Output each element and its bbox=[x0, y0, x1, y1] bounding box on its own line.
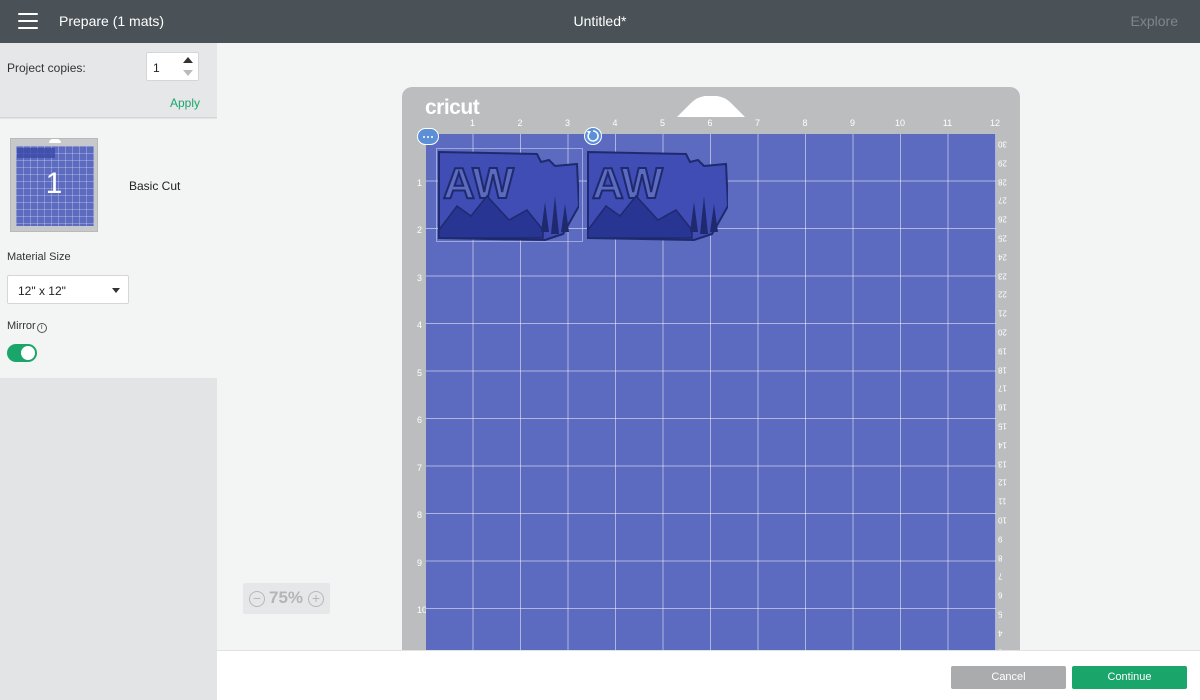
right-ruler-tick: 17 bbox=[998, 383, 1007, 393]
edit-handle-icon[interactable] bbox=[417, 128, 439, 145]
left-ruler-tick: 2 bbox=[417, 225, 423, 235]
top-ruler-tick: 10 bbox=[894, 118, 906, 128]
right-ruler-tick: 23 bbox=[998, 271, 1007, 281]
zoom-control: − 75% + bbox=[243, 583, 330, 614]
mat-number: 1 bbox=[45, 167, 63, 200]
top-ruler-tick: 2 bbox=[517, 118, 523, 128]
material-size-label: Material Size bbox=[7, 251, 71, 263]
bottom-bar: Cancel Continue bbox=[217, 650, 1200, 700]
right-ruler-tick: 6 bbox=[998, 590, 1003, 600]
mirror-toggle[interactable] bbox=[7, 344, 37, 362]
left-ruler-tick: 3 bbox=[417, 272, 423, 283]
right-ruler-tick: 28 bbox=[998, 177, 1007, 187]
mat-grid[interactable]: AW AW bbox=[426, 134, 996, 650]
top-bar: Prepare (1 mats) Untitled* Explore bbox=[0, 0, 1200, 43]
right-ruler-tick: 4 bbox=[998, 628, 1003, 638]
mat-thumbnail-notch bbox=[49, 139, 61, 143]
left-panel: Project copies: 1 Apply 1 Basic Cut Mate… bbox=[0, 43, 217, 700]
right-ruler-tick: 30 bbox=[998, 139, 1007, 149]
design-washington-aw-copy[interactable]: AW bbox=[586, 150, 728, 244]
right-ruler-tick: 15 bbox=[998, 421, 1007, 431]
cricut-logo: cricut bbox=[425, 96, 480, 119]
right-ruler-tick: 14 bbox=[998, 440, 1007, 450]
canvas-area: cricut 1 2 3 4 5 6 7 8 9 10 11 12 1 2 3 4 5 6 7 8 9 10 30 29 2… bbox=[217, 43, 1200, 650]
mat-handle-icon bbox=[677, 96, 745, 117]
material-size-value[interactable]: 12" x 12" bbox=[18, 284, 66, 298]
explore-link[interactable]: Explore bbox=[1131, 13, 1178, 29]
design-text: AW bbox=[443, 159, 514, 208]
right-ruler-tick: 16 bbox=[998, 402, 1007, 412]
left-ruler-tick: 1 bbox=[417, 177, 423, 188]
right-ruler-tick: 26 bbox=[998, 214, 1007, 224]
caret-down-icon bbox=[112, 288, 120, 293]
mat-thumbnail-design bbox=[17, 148, 55, 158]
cancel-button[interactable]: Cancel bbox=[951, 666, 1066, 689]
increment-arrow-icon[interactable] bbox=[183, 57, 193, 63]
left-ruler-tick: 7 bbox=[417, 462, 423, 473]
info-icon[interactable]: i bbox=[36, 323, 47, 333]
design-washington-aw[interactable]: AW bbox=[437, 150, 579, 244]
top-ruler-tick: 4 bbox=[612, 118, 618, 128]
right-ruler-tick: 20 bbox=[998, 327, 1007, 337]
top-ruler-tick: 6 bbox=[707, 118, 713, 128]
top-ruler-tick: 1 bbox=[469, 118, 476, 128]
right-ruler-tick: 24 bbox=[998, 252, 1007, 262]
top-ruler-tick: 11 bbox=[942, 118, 953, 128]
top-ruler-tick: 3 bbox=[564, 118, 571, 128]
right-ruler-tick: 22 bbox=[998, 289, 1007, 299]
toggle-knob bbox=[21, 346, 35, 360]
cutting-mat: cricut 1 2 3 4 5 6 7 8 9 10 11 12 1 2 3 4 5 6 7 8 9 10 30 29 2… bbox=[402, 87, 1020, 650]
top-ruler-tick: 7 bbox=[754, 118, 761, 128]
mat-list: 1 Basic Cut Material Size 12" x 12" Mirr… bbox=[0, 119, 217, 378]
mat-label: Basic Cut bbox=[129, 179, 181, 193]
right-ruler-tick: 18 bbox=[998, 365, 1007, 375]
left-ruler-tick: 4 bbox=[417, 320, 423, 330]
right-ruler: 30 29 28 27 26 25 24 23 22 21 20 19 18 17 16 15 14 13 12 11… bbox=[996, 135, 1012, 651]
right-ruler-tick: 25 bbox=[998, 233, 1007, 243]
document-title: Untitled* bbox=[573, 13, 627, 29]
right-ruler-tick: 19 bbox=[998, 346, 1007, 356]
zoom-in-icon[interactable]: + bbox=[308, 591, 324, 607]
material-size-select[interactable]: 12" x 12" bbox=[7, 275, 129, 304]
apply-button[interactable]: Apply bbox=[170, 96, 200, 110]
left-ruler: 1 2 3 4 5 6 7 8 9 10 bbox=[411, 135, 427, 650]
continue-button[interactable]: Continue bbox=[1072, 666, 1187, 689]
right-ruler-tick: 13 bbox=[998, 459, 1007, 469]
top-ruler: 1 2 3 4 5 6 7 8 9 10 11 12 bbox=[425, 118, 1001, 132]
decrement-arrow-icon[interactable] bbox=[183, 70, 193, 76]
left-ruler-tick: 8 bbox=[417, 510, 423, 520]
right-ruler-tick: 10 bbox=[998, 515, 1007, 525]
project-copies-value[interactable]: 1 bbox=[153, 61, 160, 75]
design-text: AW bbox=[592, 159, 663, 208]
left-ruler-tick: 9 bbox=[417, 557, 423, 568]
top-ruler-tick: 12 bbox=[989, 118, 1001, 128]
rotate-arrow-glyph bbox=[587, 130, 599, 142]
right-ruler-tick: 5 bbox=[998, 609, 1003, 619]
right-ruler-tick: 29 bbox=[998, 158, 1007, 168]
mat-thumbnail[interactable]: 1 bbox=[10, 138, 98, 232]
right-ruler-tick: 7 bbox=[998, 571, 1003, 581]
top-ruler-tick: 8 bbox=[802, 118, 808, 128]
right-ruler-tick: 12 bbox=[998, 477, 1007, 487]
left-ruler-tick: 6 bbox=[417, 415, 423, 425]
zoom-level: 75% bbox=[269, 588, 304, 607]
right-ruler-tick: 21 bbox=[998, 308, 1007, 318]
right-ruler-tick: 8 bbox=[998, 553, 1003, 563]
left-ruler-tick: 5 bbox=[417, 367, 423, 378]
project-copies-section: Project copies: 1 Apply bbox=[0, 43, 217, 118]
right-ruler-tick: 9 bbox=[998, 534, 1003, 544]
right-ruler-tick: 27 bbox=[998, 195, 1007, 205]
rotate-icon[interactable] bbox=[584, 127, 602, 145]
top-ruler-tick: 5 bbox=[659, 118, 666, 128]
mirror-label: Mirror i bbox=[7, 320, 47, 333]
project-copies-label: Project copies: bbox=[7, 61, 86, 75]
right-ruler-tick: 11 bbox=[998, 496, 1007, 506]
mirror-label-text: Mirror bbox=[7, 320, 36, 332]
top-ruler-tick: 9 bbox=[849, 118, 856, 128]
zoom-out-icon[interactable]: − bbox=[249, 591, 265, 607]
project-copies-stepper[interactable]: 1 bbox=[146, 52, 199, 81]
